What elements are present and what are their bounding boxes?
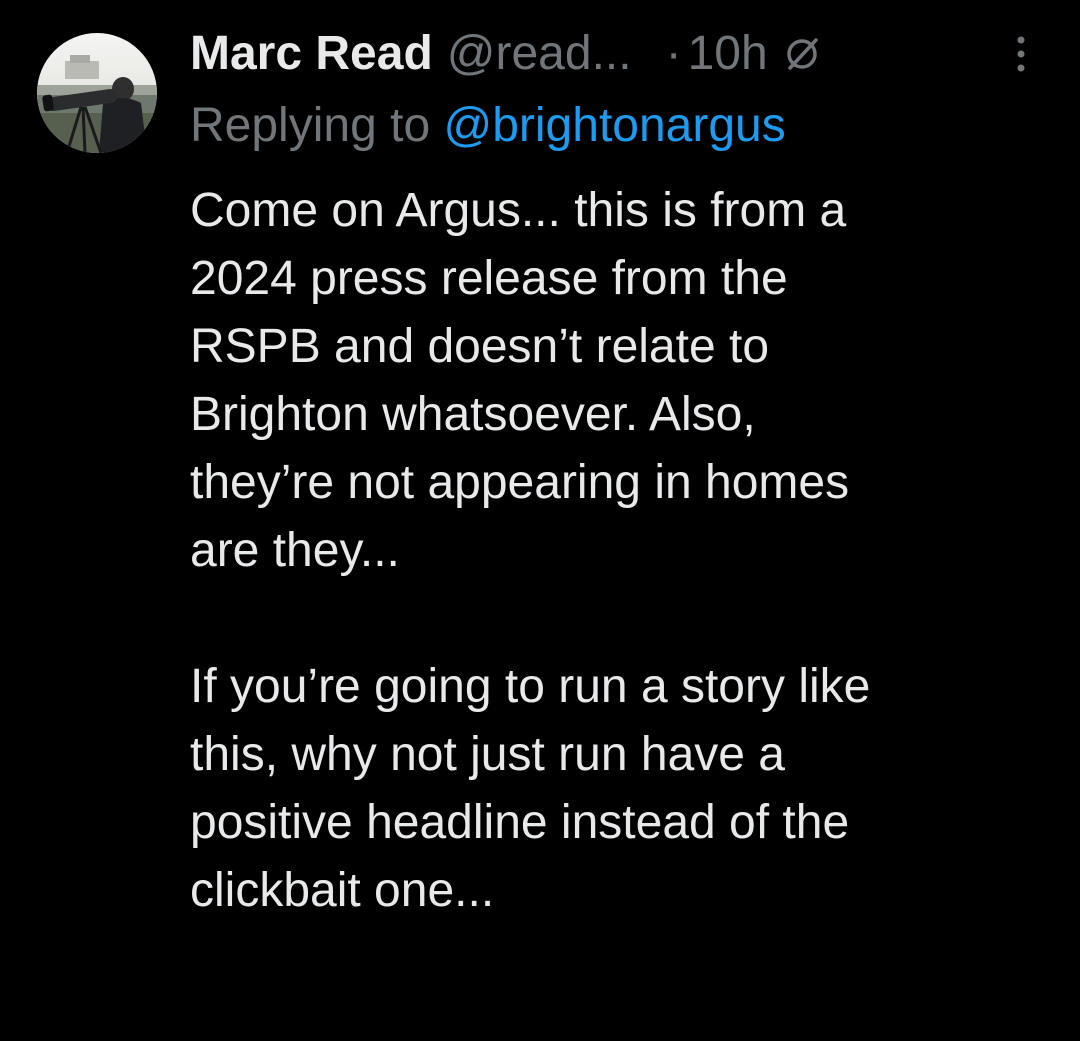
tweet-line: they’re not appearing in homes [190,456,850,509]
tweet-line: Come on Argus... this is from a [190,184,847,237]
tweet-paragraph: If you’re going to run a story like this… [190,653,1050,925]
edited-icon [786,38,818,70]
author-avatar[interactable] [37,33,157,153]
tweet[interactable]: Marc Read @read... · 10h Replying to @br… [0,0,1080,1041]
tweet-paragraph: Come on Argus... this is from a 2024 pre… [190,177,1050,585]
author-handle[interactable]: @read... [447,22,632,86]
more-options-icon[interactable] [1006,32,1036,76]
tweet-line: Brighton whatsoever. Also, [190,388,756,441]
replying-to: Replying to @brightonargus [190,94,786,158]
tweet-line: positive headline instead of the [190,796,850,849]
tweet-line: 2024 press release from the [190,252,788,305]
tweet-line: this, why not just run have a [190,728,785,781]
tweet-line: clickbait one... [190,864,495,917]
tweet-text: Come on Argus... this is from a 2024 pre… [190,177,1050,925]
replying-to-label: Replying to [190,99,431,152]
author-display-name[interactable]: Marc Read [190,22,433,86]
avatar-photo [37,33,157,153]
tweet-line: If you’re going to run a story like [190,660,871,713]
tweet-timestamp[interactable]: 10h [688,22,768,86]
tweet-header: Marc Read @read... · 10h [190,22,1050,86]
replying-to-mention-link[interactable]: @brightonargus [443,99,785,152]
tweet-line: are they... [190,524,400,577]
separator-dot: · [665,27,682,80]
tweet-line: RSPB and doesn’t relate to [190,320,770,373]
